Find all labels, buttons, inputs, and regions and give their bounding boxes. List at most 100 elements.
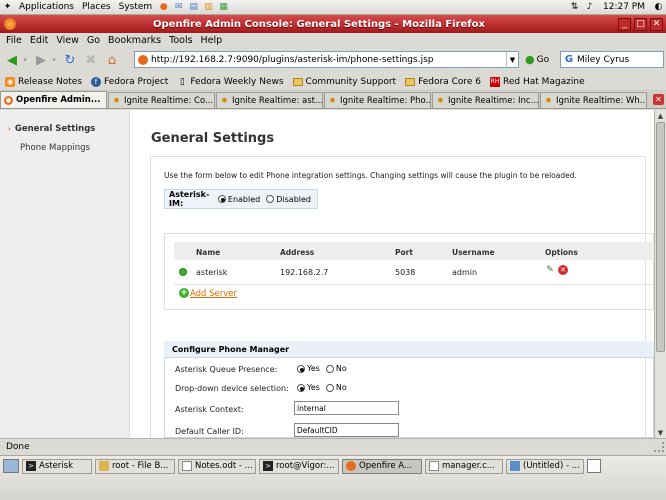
system-menu[interactable]: System: [115, 2, 157, 12]
task-asterisk[interactable]: > Asterisk: [22, 458, 92, 474]
bookmark-community-support[interactable]: Community Support: [292, 77, 396, 87]
dropdown-no-option[interactable]: No: [325, 383, 347, 392]
terminal-icon: >: [263, 461, 273, 471]
search-box[interactable]: G: [560, 51, 664, 68]
menu-help[interactable]: Help: [197, 35, 227, 46]
task-root-terminal[interactable]: > root@Vigor:...: [259, 458, 339, 474]
tab-openfire-admin[interactable]: ● Openfire Admin...: [0, 91, 107, 108]
asterisk-im-label: Asterisk-IM:: [169, 190, 210, 208]
tab-ignite-inc[interactable]: ✸ Ignite Realtime: Inc...: [432, 92, 539, 108]
maximize-button[interactable]: □: [634, 17, 647, 31]
volume-icon[interactable]: ♪: [584, 2, 595, 13]
sidebar-item-phone-mappings[interactable]: Phone Mappings: [20, 143, 90, 153]
server-status-icon: [179, 268, 187, 276]
scroll-down-icon[interactable]: ▼: [655, 427, 666, 438]
task-untitled[interactable]: (Untitled) - ...: [506, 458, 584, 474]
queue-no-radio[interactable]: [325, 364, 334, 373]
task-manager-c[interactable]: manager.c...: [425, 458, 503, 474]
forward-history-chevron-icon[interactable]: ▾: [50, 51, 58, 69]
task-notes[interactable]: Notes.odt - ...: [178, 458, 256, 474]
url-input[interactable]: [151, 52, 506, 67]
tab-ignite-pho[interactable]: ✸ Ignite Realtime: Pho...: [324, 92, 431, 108]
arrow-right-icon: ›: [8, 125, 11, 133]
enabled-radio[interactable]: [217, 195, 226, 203]
gnome-foot-icon[interactable]: ✦: [2, 2, 13, 13]
vertical-scrollbar[interactable]: ▲ ▼: [654, 110, 666, 438]
impress-launcher-icon[interactable]: ▥: [203, 2, 214, 13]
forward-arrow-icon[interactable]: ▶: [32, 51, 50, 69]
task-openfire[interactable]: Openfire A...: [342, 458, 422, 474]
ignite-favicon-icon: ✸: [113, 96, 120, 105]
workspace-switcher-icon[interactable]: [587, 459, 601, 473]
edit-icon[interactable]: ✎: [545, 265, 555, 275]
window-titlebar[interactable]: Openfire Admin Console: General Settings…: [0, 15, 666, 33]
menu-edit[interactable]: Edit: [26, 35, 52, 46]
document-icon: [429, 461, 439, 471]
scroll-up-icon[interactable]: ▲: [655, 110, 666, 121]
home-icon[interactable]: ⌂: [103, 51, 121, 69]
asterisk-context-input[interactable]: [294, 401, 399, 415]
tab-ignite-wh[interactable]: ✸ Ignite Realtime: Wh...: [540, 92, 647, 108]
firefox-icon: [346, 461, 356, 471]
close-window-button[interactable]: ✕: [650, 17, 663, 31]
dropdown-yes-option[interactable]: Yes: [297, 383, 320, 392]
applications-menu[interactable]: Applications: [15, 2, 78, 12]
resize-grip-icon[interactable]: [654, 442, 664, 452]
disabled-option[interactable]: Disabled: [266, 195, 311, 204]
sidebar-item-general-settings[interactable]: › General Settings: [8, 124, 95, 134]
col-username: Username: [452, 248, 495, 257]
reload-icon[interactable]: ↻: [61, 51, 79, 69]
bookmark-red-hat-magazine[interactable]: RH Red Hat Magazine: [490, 76, 585, 87]
network-icon[interactable]: ⇅: [569, 2, 580, 13]
places-menu[interactable]: Places: [78, 2, 115, 12]
url-bar[interactable]: ▼: [134, 51, 519, 68]
google-search-engine-icon[interactable]: G: [563, 54, 575, 66]
bookmark-fedora-core-6[interactable]: Fedora Core 6: [405, 77, 481, 87]
enabled-option[interactable]: Enabled: [217, 195, 260, 204]
firefox-window-icon[interactable]: [4, 18, 16, 30]
openfire-favicon-icon: ●: [4, 95, 13, 105]
go-button[interactable]: ● Go: [525, 53, 549, 66]
navigation-toolbar: ◀ ▾ ▶ ▾ ↻ ✖ ⌂ ▼ ● Go G: [0, 48, 666, 72]
minimize-button[interactable]: _: [618, 17, 631, 31]
menu-bookmarks[interactable]: Bookmarks: [104, 35, 165, 46]
firefox-launcher-icon[interactable]: ●: [158, 2, 169, 13]
delete-icon[interactable]: ✕: [558, 265, 568, 275]
scroll-thumb[interactable]: [656, 122, 665, 352]
bookmark-fedora-weekly-news[interactable]: ▯ Fedora Weekly News: [177, 77, 284, 87]
queue-yes-radio[interactable]: [297, 364, 305, 373]
add-icon[interactable]: +: [179, 288, 189, 298]
menu-file[interactable]: File: [2, 35, 26, 46]
clock[interactable]: 12:27 PM: [597, 2, 651, 12]
back-history-chevron-icon[interactable]: ▾: [21, 51, 29, 69]
back-arrow-icon[interactable]: ◀: [3, 51, 21, 69]
menu-go[interactable]: Go: [83, 35, 104, 46]
document-icon: [182, 461, 192, 471]
mail-launcher-icon[interactable]: ✉: [173, 2, 184, 13]
bookmark-release-notes[interactable]: ◉ Release Notes: [5, 76, 82, 87]
default-caller-id-input[interactable]: [294, 423, 399, 437]
url-dropdown-chevron-icon[interactable]: ▼: [506, 52, 518, 67]
close-tab-icon[interactable]: ✕: [653, 94, 664, 105]
queue-yes-option[interactable]: Yes: [297, 364, 320, 373]
add-server-link[interactable]: Add Server: [190, 289, 237, 299]
dropdown-no-radio[interactable]: [325, 383, 334, 392]
bookmark-fedora-project[interactable]: f Fedora Project: [91, 76, 168, 87]
fedora-icon: f: [91, 76, 102, 87]
calc-launcher-icon[interactable]: ▦: [218, 2, 229, 13]
menu-tools[interactable]: Tools: [165, 35, 196, 46]
writer-launcher-icon[interactable]: ▤: [188, 2, 199, 13]
menu-view[interactable]: View: [52, 35, 83, 46]
tab-ignite-co[interactable]: ✸ Ignite Realtime: Co...: [108, 92, 215, 108]
default-caller-id-label: Default Caller ID:: [175, 427, 244, 436]
disabled-radio[interactable]: [266, 195, 275, 203]
tab-ignite-ast[interactable]: ✸ Ignite Realtime: ast...: [216, 92, 323, 108]
queue-no-option[interactable]: No: [325, 364, 347, 373]
search-input[interactable]: [577, 54, 663, 65]
task-file-browser[interactable]: root - File B...: [95, 458, 175, 474]
session-icon[interactable]: ◐: [653, 2, 664, 13]
bookmarks-toolbar: ◉ Release Notes f Fedora Project ▯ Fedor…: [0, 73, 666, 91]
show-desktop-icon[interactable]: [3, 459, 19, 473]
dropdown-yes-radio[interactable]: [297, 383, 305, 392]
stop-icon[interactable]: ✖: [82, 51, 100, 69]
